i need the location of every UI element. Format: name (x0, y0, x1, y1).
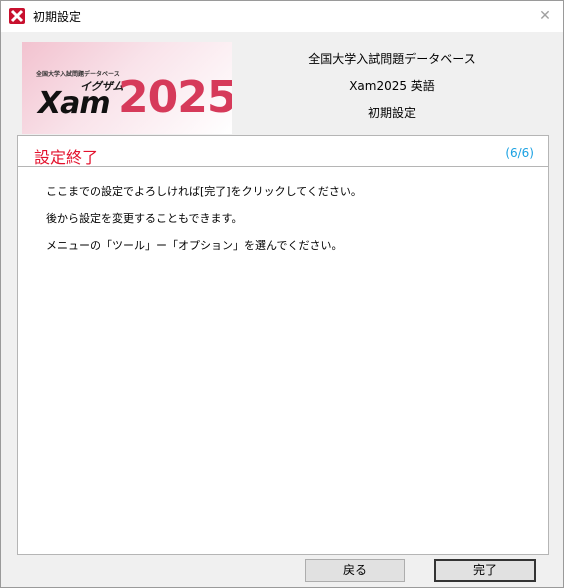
title-bar: 初期設定 ✕ (1, 1, 563, 32)
back-button[interactable]: 戻る (305, 559, 405, 582)
body-line: メニューの「ツール」ー「オプション」を選んでください。 (46, 239, 343, 252)
panel-title: 設定終了 (34, 148, 99, 167)
content-panel: 設定終了 (6/6) ここまでの設定でよろしければ[完了]をクリックしてください… (17, 135, 549, 555)
close-icon[interactable]: ✕ (527, 1, 563, 32)
step-indicator: (6/6) (505, 146, 534, 160)
xam-app-icon (9, 8, 25, 24)
product-header: 全国大学入試問題データベース Xam2025 英語 初期設定 (232, 51, 552, 132)
banner-xam: Xam (38, 86, 111, 121)
body-line: 後から設定を変更することもできます。 (46, 212, 243, 225)
header-line-database: 全国大学入試問題データベース (308, 52, 476, 66)
header-line-setup: 初期設定 (367, 106, 416, 120)
banner-subtitle: 全国大学入試問題データベース (36, 71, 120, 78)
header-line-product: Xam2025 英語 (349, 79, 435, 93)
banner-year: 2025 (118, 72, 232, 123)
finish-button[interactable]: 完了 (434, 559, 536, 582)
panel-body: ここまでの設定でよろしければ[完了]をクリックしてください。 後から設定を変更す… (46, 184, 362, 265)
window-title: 初期設定 (33, 10, 82, 24)
panel-divider (18, 166, 548, 167)
body-line: ここまでの設定でよろしければ[完了]をクリックしてください。 (46, 185, 362, 198)
xam-logo-banner: 全国大学入試問題データベース イグザム Xam 2025 (22, 42, 232, 134)
setup-dialog: 初期設定 ✕ 全国大学入試問題データベース イグザム Xam 2025 全国大学… (0, 0, 564, 588)
